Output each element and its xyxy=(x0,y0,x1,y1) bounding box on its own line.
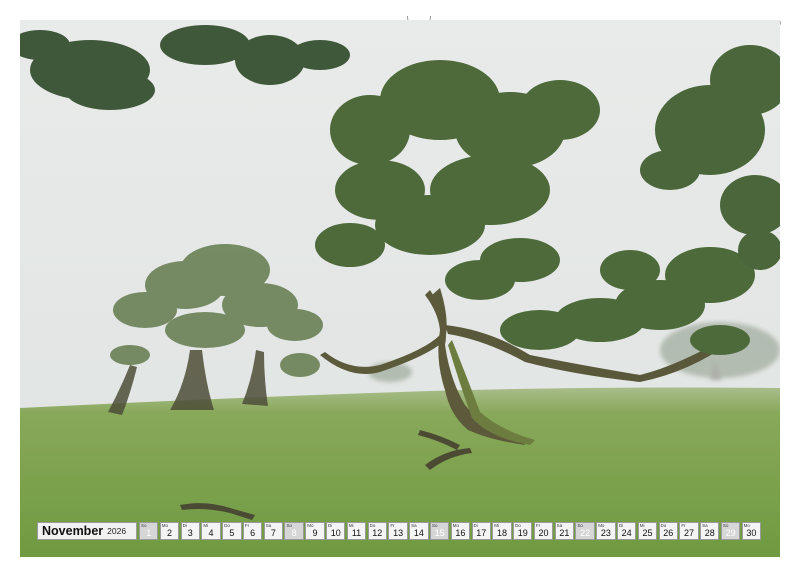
day-number: 19 xyxy=(517,528,528,538)
day-cell-28: Sa 28 xyxy=(700,522,720,540)
day-number: 13 xyxy=(393,528,404,538)
day-number: 20 xyxy=(538,528,549,538)
day-cell-1: So 1 xyxy=(139,522,159,540)
day-cell-6: Fr 6 xyxy=(242,522,263,540)
day-number: 5 xyxy=(229,528,235,538)
day-cell-2: Mo 2 xyxy=(159,522,180,540)
day-cell-27: Fr 27 xyxy=(679,522,699,540)
day-number: 8 xyxy=(291,528,297,538)
day-cell-14: Sa 14 xyxy=(409,522,429,540)
day-cell-18: Mi 18 xyxy=(492,522,512,540)
day-number: 9 xyxy=(312,528,318,538)
day-number: 28 xyxy=(704,528,715,538)
day-cell-24: Di 24 xyxy=(616,522,637,540)
month-name: November xyxy=(42,524,104,538)
day-number: 2 xyxy=(166,528,172,538)
day-number: 16 xyxy=(455,528,466,538)
day-cell-10: Di 10 xyxy=(326,522,346,540)
day-cell-29: So 29 xyxy=(720,522,741,540)
day-number: 6 xyxy=(250,528,256,538)
day-cell-8: So 8 xyxy=(284,522,304,540)
day-cells: So 1 Mo 2 Di 3 Mi 4 Do 5 Fr 6 Sa 7 So 8 Mo 9 Di 10 Mi 11 Do 12 F… xyxy=(139,521,762,541)
day-number: 12 xyxy=(372,528,383,538)
day-cell-25: Mi 25 xyxy=(637,522,658,540)
day-cell-26: Do 26 xyxy=(658,522,678,540)
day-number: 29 xyxy=(725,528,736,538)
day-cell-20: Fr 20 xyxy=(533,522,554,540)
day-number: 22 xyxy=(580,528,591,538)
month-label-box: November 2026 xyxy=(37,522,137,540)
day-number: 18 xyxy=(496,528,507,538)
day-number: 24 xyxy=(621,528,632,538)
day-cell-4: Mi 4 xyxy=(201,522,221,540)
foggy-laurel-forest-image xyxy=(20,20,780,557)
day-number: 1 xyxy=(146,528,152,538)
year-label: 2026 xyxy=(107,526,127,536)
day-cell-16: Mo 16 xyxy=(450,522,471,540)
day-number: 7 xyxy=(270,528,276,538)
day-number: 4 xyxy=(208,528,214,538)
day-number: 15 xyxy=(434,528,445,538)
day-cell-3: Di 3 xyxy=(180,522,200,540)
day-cell-11: Mi 11 xyxy=(346,522,367,540)
day-cell-17: Di 17 xyxy=(471,522,491,540)
day-number: 21 xyxy=(559,528,570,538)
day-cell-23: Mo 23 xyxy=(596,522,616,540)
day-number: 14 xyxy=(413,528,424,538)
day-number: 23 xyxy=(600,528,611,538)
day-number: 17 xyxy=(476,528,487,538)
day-number: 26 xyxy=(663,528,674,538)
day-cell-30: Mo 30 xyxy=(741,522,762,540)
landscape-photo xyxy=(20,20,780,557)
day-number: 30 xyxy=(746,528,757,538)
day-number: 10 xyxy=(330,528,341,538)
day-cell-22: So 22 xyxy=(575,522,595,540)
day-cell-15: So 15 xyxy=(429,522,450,540)
day-cell-9: Mo 9 xyxy=(305,522,325,540)
day-cell-7: Sa 7 xyxy=(263,522,284,540)
day-number: 27 xyxy=(684,528,695,538)
day-cell-12: Do 12 xyxy=(367,522,387,540)
month-calendar-strip: November 2026 So 1 Mo 2 Di 3 Mi 4 Do 5 Fr 6 Sa 7 So 8 Mo… xyxy=(37,521,764,541)
day-cell-21: Sa 21 xyxy=(554,522,575,540)
day-cell-13: Fr 13 xyxy=(388,522,408,540)
day-number: 3 xyxy=(187,528,193,538)
day-number: 25 xyxy=(642,528,653,538)
day-number: 11 xyxy=(351,528,362,538)
day-cell-19: Do 19 xyxy=(513,522,533,540)
day-cell-5: Do 5 xyxy=(222,522,242,540)
